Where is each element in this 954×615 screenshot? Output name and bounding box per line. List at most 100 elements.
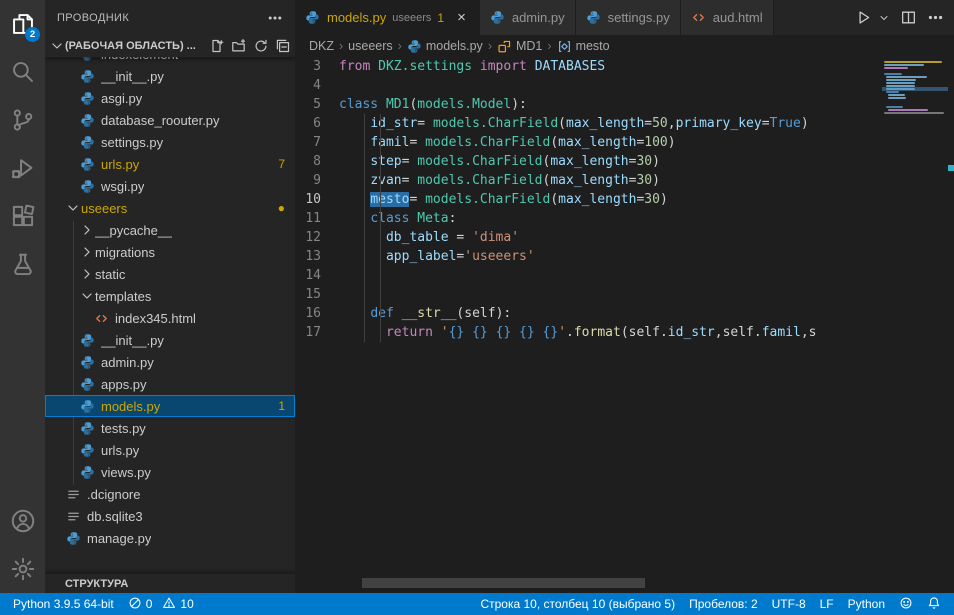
code-editor[interactable]: 3from DKZ.settings import DATABASES45cla… [295,57,954,593]
code-line[interactable]: 15 [295,285,954,304]
tree-item--init-py[interactable]: __init__.py [45,65,295,87]
status-cursor-position[interactable]: Строка 10, столбец 10 (выбрано 5) [473,593,682,615]
tree-item-indexelement[interactable]: indexelement [45,57,295,65]
status-python-version[interactable]: Python 3.9.5 64-bit [6,593,121,615]
tab-close-icon[interactable]: × [454,9,469,26]
activity-settings[interactable] [0,545,45,593]
activity-search[interactable] [0,48,45,96]
activity-testing[interactable] [0,240,45,288]
tree-item-urls-py[interactable]: urls.py [45,439,295,461]
tree-item--dcignore[interactable]: .dcignore [45,483,295,505]
run-icon[interactable] [855,9,872,26]
activity-extensions[interactable] [0,192,45,240]
tree-item-manage-py[interactable]: manage.py [45,527,295,549]
status-notifications[interactable] [920,593,948,615]
activity-run-and-debug[interactable] [0,144,45,192]
tree-item-views-py[interactable]: views.py [45,461,295,483]
status-language-mode[interactable]: Python [841,593,892,615]
code-line[interactable]: 10 mesto= models.CharField(max_length=30… [295,190,954,209]
code-line[interactable]: 5class MD1(models.Model): [295,95,954,114]
line-number[interactable]: 4 [295,76,339,95]
line-number[interactable]: 9 [295,171,339,190]
line-number[interactable]: 15 [295,285,339,304]
activity-source-control[interactable] [0,96,45,144]
line-number[interactable]: 11 [295,209,339,228]
status-eol[interactable]: LF [813,593,841,615]
run-dropdown-icon[interactable] [882,12,890,24]
tree-item-migrations[interactable]: migrations [45,241,295,263]
code-line[interactable]: 14 [295,266,954,285]
code-token: = [762,116,770,131]
code-line[interactable]: 17 return '{} {} {} {} {}'.format(self.i… [295,323,954,342]
code-line[interactable]: 6 id_str= models.CharField(max_length=50… [295,114,954,133]
tree-item-models-py[interactable]: models.py1 [45,395,295,417]
overview-ruler[interactable] [948,57,954,593]
minimap[interactable] [882,57,948,593]
line-number[interactable]: 16 [295,304,339,323]
code-line[interactable]: 8 step= models.CharField(max_length=30) [295,152,954,171]
tree-item-static[interactable]: static [45,263,295,285]
outline-section-header[interactable]: СТРУКТУРА [45,573,295,593]
tree-item-settings-py[interactable]: settings.py [45,131,295,153]
python-icon [79,398,95,414]
line-number[interactable]: 5 [295,95,339,114]
tree-item-useeers[interactable]: useeers● [45,197,295,219]
tree-item-index345-html[interactable]: index345.html [45,307,295,329]
tree-item-apps-py[interactable]: apps.py [45,373,295,395]
breadcrumb-item-useeers[interactable]: useeers [348,39,392,53]
tree-item--pycache-[interactable]: __pycache__ [45,219,295,241]
code-line[interactable]: 3from DKZ.settings import DATABASES [295,57,954,76]
tree-item-database-roouter-py[interactable]: database_roouter.py [45,109,295,131]
more-actions-icon[interactable] [927,9,944,26]
line-number[interactable]: 7 [295,133,339,152]
line-number[interactable]: 13 [295,247,339,266]
tree-item--init-py[interactable]: __init__.py [45,329,295,351]
status-indentation[interactable]: Пробелов: 2 [682,593,765,615]
tree-item-templates[interactable]: templates [45,285,295,307]
tab-aud-html[interactable]: aud.html [681,0,774,35]
code-line-text: from DKZ.settings import DATABASES [339,57,605,76]
tab-admin-py[interactable]: admin.py [480,0,576,35]
line-number[interactable]: 6 [295,114,339,133]
activity-explorer[interactable]: 2 [0,0,45,48]
code-token: id_str [370,116,417,131]
status-feedback[interactable] [892,593,920,615]
tree-item-urls-py[interactable]: urls.py7 [45,153,295,175]
code-token: self [723,325,754,340]
breadcrumb-item-mesto[interactable]: mesto [557,39,610,54]
line-number[interactable]: 14 [295,266,339,285]
tree-item-admin-py[interactable]: admin.py [45,351,295,373]
workspace-section-header[interactable]: (РАБОЧАЯ ОБЛАСТЬ) ... [45,35,295,57]
chevron-right-icon [79,222,95,238]
line-number[interactable]: 17 [295,323,339,342]
tree-item-asgi-py[interactable]: asgi.py [45,87,295,109]
status-encoding[interactable]: UTF-8 [765,593,813,615]
code-line[interactable]: 4 [295,76,954,95]
tree-item-wsgi-py[interactable]: wsgi.py [45,175,295,197]
tab-models-py[interactable]: models.pyuseeers1× [295,0,480,35]
code-line[interactable]: 12 db_table = 'dima' [295,228,954,247]
breadcrumb-item-dkz[interactable]: DKZ [309,39,334,53]
code-token: 'useeers' [464,249,534,264]
line-number[interactable]: 8 [295,152,339,171]
code-line[interactable]: 7 famil= models.CharField(max_length=100… [295,133,954,152]
split-editor-icon[interactable] [900,9,917,26]
code-token: models.CharField [433,116,558,131]
tab-settings-py[interactable]: settings.py [576,0,681,35]
code-line[interactable]: 13 app_label='useeers' [295,247,954,266]
breadcrumb-item-md1[interactable]: MD1 [497,39,542,54]
code-line[interactable]: 16 def __str__(self): [295,304,954,323]
breadcrumb-item-models-py[interactable]: models.py [407,39,483,54]
tree-item-db-sqlite3[interactable]: db.sqlite3 [45,505,295,527]
activity-account[interactable] [0,497,45,545]
tree-item-tests-py[interactable]: tests.py [45,417,295,439]
code-line[interactable]: 11 class Meta: [295,209,954,228]
line-number[interactable]: 3 [295,57,339,76]
status-problems[interactable]: 010 [121,593,201,615]
line-number[interactable]: 10 [295,190,339,209]
explorer-more-actions-icon[interactable] [267,10,283,26]
code-line[interactable]: 9 zvan= models.CharField(max_length=30) [295,171,954,190]
editor-actions [855,0,954,35]
horizontal-scrollbar[interactable] [362,578,645,588]
line-number[interactable]: 12 [295,228,339,247]
